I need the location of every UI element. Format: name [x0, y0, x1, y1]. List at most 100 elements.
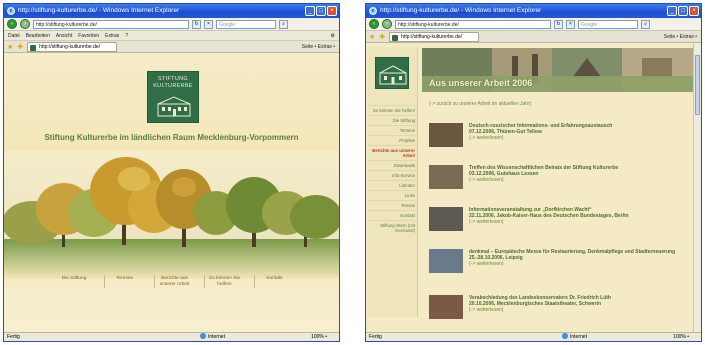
menu-bar: Datei Bearbeiten Ansicht Favoriten Extra…: [4, 31, 339, 41]
menu-bearbeiten[interactable]: Bearbeiten: [26, 31, 50, 40]
scrollbar-thumb[interactable]: [695, 55, 700, 115]
sidebar-item-termine[interactable]: Termine: [368, 125, 418, 135]
back-link[interactable]: (-> zurück zu unserer Arbeit im aktuelle…: [429, 101, 531, 107]
nav-berichte[interactable]: Berichte aus unserer Arbeit: [154, 275, 194, 288]
refresh-icon[interactable]: ↻: [554, 19, 563, 29]
nav-so-koennen-sie-helfen[interactable]: So können Sie helfen!: [204, 275, 244, 288]
zoom-level[interactable]: 100% •: [311, 333, 327, 341]
page-tools-menu[interactable]: Seite • Extras •: [664, 31, 697, 43]
add-favorite-icon[interactable]: ✚: [17, 43, 23, 51]
ie-icon: e: [7, 7, 15, 15]
title-bar[interactable]: e http://stiftung-kulturerbe.de/ - Windo…: [4, 4, 339, 18]
page-title: Aus unserer Arbeit 2006: [429, 78, 533, 88]
autumn-park-image: [4, 151, 339, 279]
tab-arbeit[interactable]: http://stiftung-kulturerbe.de/: [389, 31, 480, 42]
search-icon[interactable]: ⌕: [279, 19, 288, 29]
stiftung-logo[interactable]: [375, 57, 409, 89]
nav-kontakt[interactable]: Kontakt: [254, 275, 294, 288]
menu-help[interactable]: ?: [125, 31, 128, 40]
news-thumbnail[interactable]: [429, 295, 463, 319]
vertical-scrollbar[interactable]: [693, 43, 701, 332]
news-item[interactable]: Informationsveranstaltung zur „Dorfkirch…: [429, 207, 689, 237]
maximize-button[interactable]: □: [316, 6, 326, 16]
stiftung-logo[interactable]: STIFTUNG KULTURERBE: [147, 71, 199, 123]
sidebar-item-berichte[interactable]: Berichte aus unserer Arbeit: [368, 145, 418, 160]
forward-arrow-icon[interactable]: ›: [20, 19, 30, 29]
sidebar-item-kontakt[interactable]: Kontakt: [368, 210, 418, 220]
arbeit-page-content: So können Sie helfen! Die Stiftung Termi…: [366, 43, 701, 332]
sidebar-item-info-service[interactable]: Info-Service: [368, 170, 418, 180]
maximize-button[interactable]: □: [678, 6, 688, 16]
minimize-button[interactable]: _: [667, 6, 677, 16]
status-text: Fertig: [369, 334, 382, 340]
logo-text: STIFTUNG KULTURERBE: [153, 76, 193, 89]
window-title: http://stiftung-kulturerbe.de/ - Windows…: [18, 7, 180, 14]
back-arrow-icon[interactable]: ‹: [7, 19, 17, 29]
tab-bar: ★ ✚ http://stiftung-kulturerbe.de/ Seite…: [4, 41, 339, 53]
address-bar[interactable]: http://stiftung-kulturerbe.de/: [33, 19, 189, 29]
sidebar-item-presse[interactable]: Presse: [368, 200, 418, 210]
refresh-icon[interactable]: ↻: [192, 19, 201, 29]
menu-datei[interactable]: Datei: [8, 31, 20, 40]
title-bar[interactable]: e http://stiftung-kulturerbe.de/ - Windo…: [366, 4, 701, 18]
read-more-link[interactable]: (-> weiterlesen): [469, 261, 687, 267]
forward-arrow-icon[interactable]: ›: [382, 19, 392, 29]
search-icon[interactable]: ⌕: [641, 19, 650, 29]
address-toolbar: ‹ › http://stiftung-kulturerbe.de/ ↻ × G…: [366, 18, 701, 31]
minimize-button[interactable]: _: [305, 6, 315, 16]
status-bar: Fertig Internet 100% •: [366, 332, 701, 341]
close-button[interactable]: ×: [327, 6, 337, 16]
sidebar-item-downloads[interactable]: Downloads: [368, 160, 418, 170]
nav-termine[interactable]: Termine: [104, 275, 144, 288]
favorites-star-icon[interactable]: ★: [369, 33, 375, 41]
news-thumbnail[interactable]: [429, 123, 463, 147]
header-banner: Aus unserer Arbeit 2006: [422, 48, 695, 92]
tab-bar: ★ ✚ http://stiftung-kulturerbe.de/ Seite…: [366, 31, 701, 43]
news-item[interactable]: Verabschiedung des Landeskonservators Dr…: [429, 295, 689, 325]
address-toolbar: ‹ › http://stiftung-kulturerbe.de/ ↻ × G…: [4, 18, 339, 31]
news-thumbnail[interactable]: [429, 249, 463, 273]
tab-home[interactable]: http://stiftung-kulturerbe.de/: [27, 41, 118, 52]
search-input[interactable]: Google: [578, 19, 638, 29]
page-tools-menu[interactable]: Seite • Extras •: [302, 41, 335, 53]
status-text: Fertig: [7, 334, 20, 340]
address-bar[interactable]: http://stiftung-kulturerbe.de/: [395, 19, 551, 29]
read-more-link[interactable]: (-> weiterlesen): [469, 177, 687, 183]
menu-ansicht[interactable]: Ansicht: [56, 31, 72, 40]
browser-window-arbeit: e http://stiftung-kulturerbe.de/ - Windo…: [365, 3, 702, 342]
read-more-link[interactable]: (-> weiterlesen): [469, 135, 687, 141]
stop-icon[interactable]: ×: [204, 19, 213, 29]
settings-icon[interactable]: ⚙: [331, 31, 335, 41]
search-input[interactable]: Google: [216, 19, 276, 29]
sidebar-item-stiftung[interactable]: Die Stiftung: [368, 115, 418, 125]
zoom-level[interactable]: 100% •: [673, 333, 689, 341]
sidebar-item-intern[interactable]: Stiftung intern (mit Kennwort): [368, 220, 418, 235]
manor-house-icon: [379, 65, 407, 85]
home-page-content: STIFTUNG KULTURERBE Stiftung Kulturerbe …: [4, 53, 339, 332]
manor-house-icon: [157, 96, 191, 117]
read-more-link[interactable]: (-> weiterlesen): [469, 219, 687, 225]
back-arrow-icon[interactable]: ‹: [369, 19, 379, 29]
sidebar-item-links[interactable]: Links: [368, 190, 418, 200]
read-more-link[interactable]: (-> weiterlesen): [469, 307, 687, 313]
news-item[interactable]: Deutsch-russischer Informations- und Erf…: [429, 123, 689, 153]
news-thumbnail[interactable]: [429, 207, 463, 231]
favicon-icon: [392, 34, 399, 41]
nav-die-stiftung[interactable]: Die Stiftung: [54, 275, 94, 288]
browser-window-home: e http://stiftung-kulturerbe.de/ - Windo…: [3, 3, 340, 342]
favorites-star-icon[interactable]: ★: [7, 43, 13, 51]
sidebar-item-literatur[interactable]: Literatur: [368, 180, 418, 190]
menu-extras[interactable]: Extras: [105, 31, 119, 40]
close-button[interactable]: ×: [689, 6, 699, 16]
news-thumbnail[interactable]: [429, 165, 463, 189]
sidebar-item-helfen[interactable]: So können Sie helfen!: [368, 105, 418, 115]
sidebar: So können Sie helfen! Die Stiftung Termi…: [368, 47, 418, 317]
add-favorite-icon[interactable]: ✚: [379, 33, 385, 41]
news-item[interactable]: Treffen des Wissenschaftlichen Beirats d…: [429, 165, 689, 195]
stop-icon[interactable]: ×: [566, 19, 575, 29]
favicon-icon: [30, 44, 37, 51]
sidebar-nav: So können Sie helfen! Die Stiftung Termi…: [368, 105, 418, 235]
menu-favoriten[interactable]: Favoriten: [78, 31, 99, 40]
sidebar-item-projekte[interactable]: Projekte: [368, 135, 418, 145]
news-item[interactable]: denkmal – Europäische Messe für Restauri…: [429, 249, 689, 279]
